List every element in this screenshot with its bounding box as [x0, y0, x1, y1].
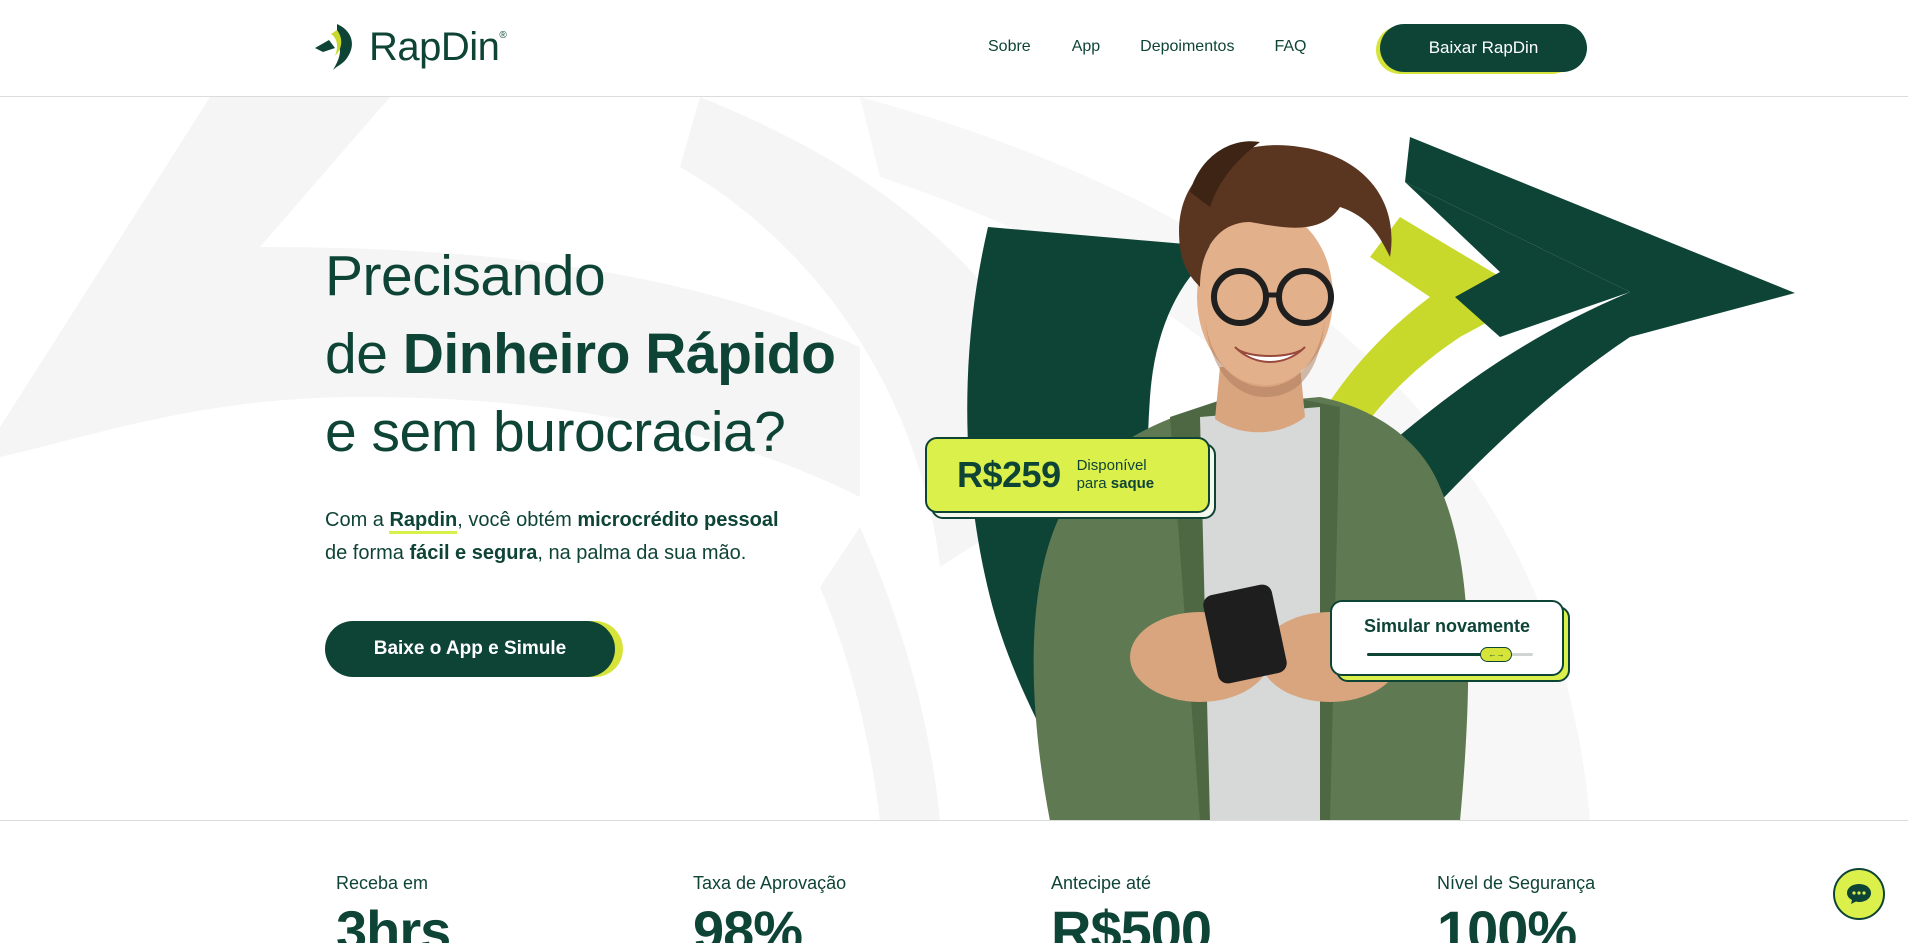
stat-receive-time: Receba em 3hrs	[336, 873, 451, 943]
nav-link-faq[interactable]: FAQ	[1274, 38, 1306, 56]
headline-line-1: Precisando	[325, 244, 606, 308]
chat-button[interactable]	[1833, 868, 1885, 920]
stat-value: 98%	[693, 899, 803, 943]
rapdin-logo-icon	[315, 24, 352, 70]
main-nav: Sobre App Depoimentos FAQ	[988, 38, 1346, 56]
stat-approval-rate: Taxa de Aprovação 98%	[693, 873, 846, 943]
stat-security-level: Nível de Segurança 100%	[1437, 873, 1595, 943]
headline-line-2: de Dinheiro Rápido	[325, 315, 836, 393]
nav-link-depoimentos[interactable]: Depoimentos	[1140, 38, 1234, 56]
nav-link-app[interactable]: App	[1072, 38, 1100, 56]
header-cta-wrap: Baixar RapDin	[1376, 24, 1587, 74]
download-rapdin-button[interactable]: Baixar RapDin	[1380, 24, 1587, 72]
rapdin-logo[interactable]: RapDin®	[313, 22, 507, 72]
download-app-simulate-button[interactable]: Baixe o App e Simule	[325, 621, 615, 677]
logo-wordmark: RapDin®	[369, 24, 507, 69]
simulate-again-card[interactable]: Simular novamente ←→	[1330, 600, 1570, 682]
simulate-slider[interactable]: ←→	[1367, 647, 1533, 662]
site-header: RapDin® Sobre App Depoimentos FAQ Baixar…	[0, 0, 1908, 97]
chat-icon	[1847, 884, 1871, 904]
headline-line-3: e sem burocracia?	[325, 400, 786, 464]
stat-value: 3hrs	[336, 899, 451, 943]
stat-label: Nível de Segurança	[1437, 873, 1596, 893]
stat-label: Taxa de Aprovação	[693, 873, 847, 893]
stat-advance-limit: Antecipe até R$500	[1051, 873, 1212, 943]
stats-section: Receba em 3hrs Taxa de Aprovação 98% Ant…	[0, 820, 1908, 943]
stat-value: 100%	[1437, 899, 1577, 943]
hero-headline: Precisando de Dinheiro Rápido e sem buro…	[325, 237, 836, 471]
simulate-again-title: Simular novamente	[1363, 616, 1531, 636]
stat-label: Receba em	[336, 873, 429, 893]
arrows-icon[interactable]: ←→	[1480, 647, 1513, 662]
nav-link-sobre[interactable]: Sobre	[988, 38, 1031, 56]
simulate-slider-fill	[1367, 653, 1497, 656]
headline-highlight: Dinheiro Rápido	[402, 322, 836, 387]
available-amount-value: R$259	[957, 454, 1061, 495]
available-amount-label: Disponível para saque	[1076, 457, 1155, 492]
stat-label: Antecipe até	[1051, 873, 1152, 893]
hero-cta-wrap: Baixe o App e Simule	[325, 621, 623, 677]
hero-section: Precisando de Dinheiro Rápido e sem buro…	[0, 97, 1908, 821]
hero-description: Com a Rapdin, você obtém microcrédito pe…	[325, 509, 779, 564]
stat-value: R$500	[1051, 899, 1212, 943]
available-amount-card: R$259 Disponível para saque	[925, 437, 1216, 519]
